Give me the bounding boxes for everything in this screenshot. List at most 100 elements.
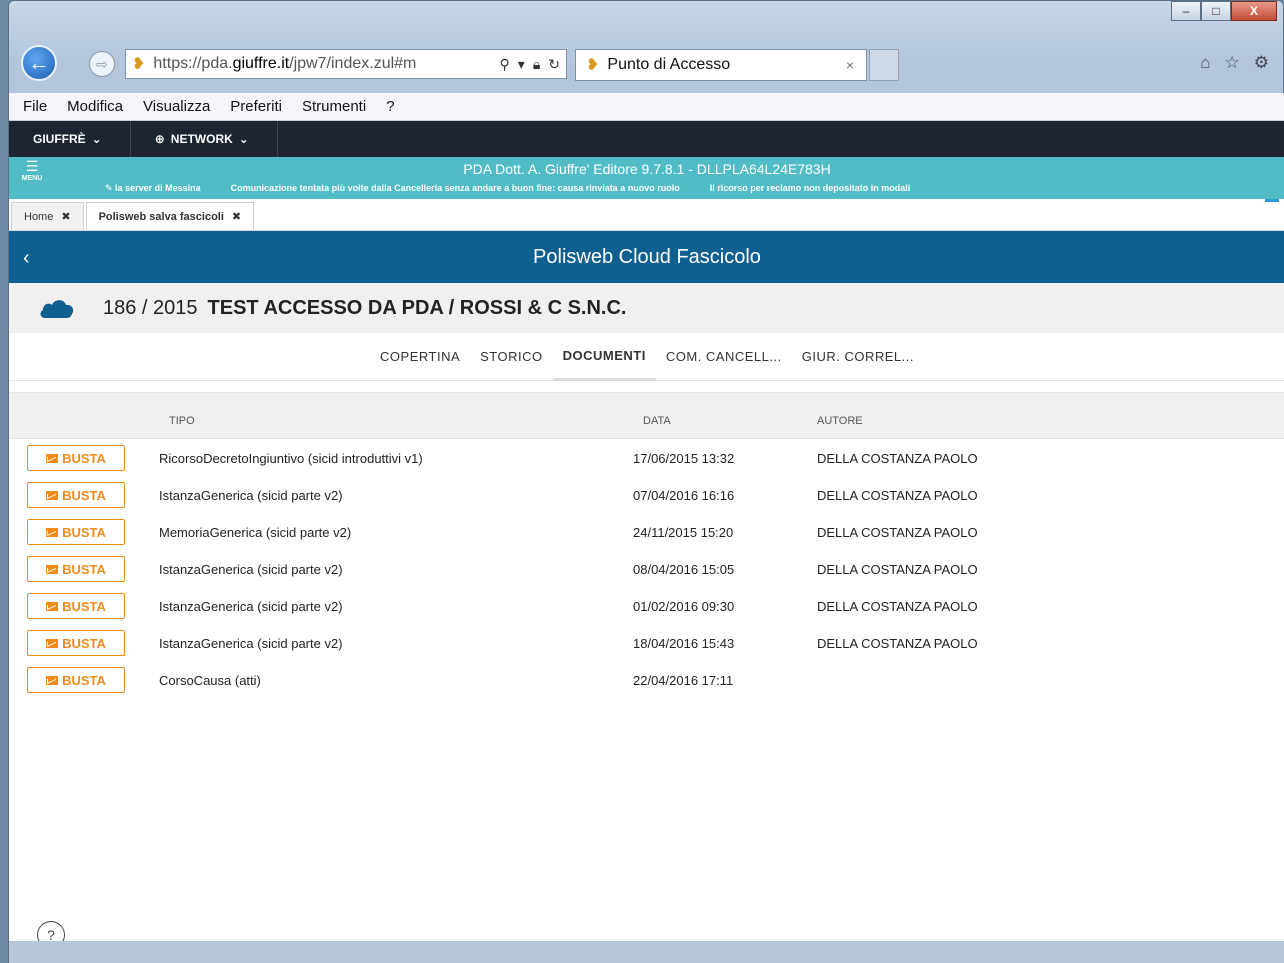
news-ticker: ✎ la server di Messina Comunicazione ten… xyxy=(105,183,910,194)
tab-home[interactable]: Home ✖ xyxy=(11,202,84,230)
tab-copertina[interactable]: COPERTINA xyxy=(370,333,470,381)
collapse-icon[interactable] xyxy=(1265,199,1279,202)
settings-gear-icon[interactable]: ⚙ xyxy=(1254,53,1269,73)
tab-com-cancell[interactable]: COM. CANCELL... xyxy=(656,333,792,381)
dropdown-icon[interactable]: ▾ xyxy=(518,56,525,73)
ticker-item: Il ricorso per reclamo non depositato in… xyxy=(709,183,911,193)
page-header: ‹ Polisweb Cloud Fascicolo xyxy=(9,231,1284,283)
table-row: BUSTA IstanzaGenerica (sicid parte v2) 07/… xyxy=(9,476,1284,513)
menu-visualizza[interactable]: Visualizza xyxy=(143,98,210,115)
tab-documenti[interactable]: DOCUMENTI xyxy=(552,333,656,381)
site-favicon-icon: ❥ xyxy=(132,56,146,73)
ticker-item: ✎ la server di Messina xyxy=(105,183,201,193)
window-bottom-edge xyxy=(9,941,1284,963)
app-banner: ☰ MENU PDA Dott. A. Giuffre' Editore 9.7… xyxy=(9,157,1284,199)
favorites-star-icon[interactable]: ☆ xyxy=(1225,53,1240,73)
cell-tipo: RicorsoDecretoIngiuntivo (sicid introdut… xyxy=(159,451,423,466)
nav-network[interactable]: ⊕ NETWORK ⌄ xyxy=(131,121,278,157)
cell-tipo: IstanzaGenerica (sicid parte v2) xyxy=(159,599,343,614)
column-data: DATA xyxy=(643,415,671,427)
busta-button[interactable]: BUSTA xyxy=(27,445,125,471)
cell-autore: DELLA COSTANZA PAOLO xyxy=(817,636,978,651)
close-icon[interactable]: ✖ xyxy=(232,210,241,223)
search-icon[interactable]: ⚲ xyxy=(500,56,510,73)
cell-tipo: IstanzaGenerica (sicid parte v2) xyxy=(159,636,343,651)
table-row: BUSTA CorsoCausa (atti) 22/04/2016 17:11 xyxy=(9,661,1284,698)
cell-tipo: CorsoCausa (atti) xyxy=(159,673,261,688)
close-tab-icon[interactable]: × xyxy=(846,57,854,73)
back-button[interactable]: ← xyxy=(21,45,57,81)
case-header: 186 / 2015 TEST ACCESSO DA PDA / ROSSI &… xyxy=(9,283,1284,333)
cell-autore: DELLA COSTANZA PAOLO xyxy=(817,562,978,577)
busta-button[interactable]: BUSTA xyxy=(27,667,125,693)
edit-icon: ✎ xyxy=(105,183,116,193)
table-row: BUSTA IstanzaGenerica (sicid parte v2) 01/… xyxy=(9,587,1284,624)
menu-strumenti[interactable]: Strumenti xyxy=(302,98,366,115)
nav-giuffre[interactable]: GIUFFRÈ ⌄ xyxy=(9,121,131,157)
busta-button[interactable]: BUSTA xyxy=(27,482,125,508)
cloud-icon xyxy=(40,300,74,318)
menu-file[interactable]: File xyxy=(23,98,47,115)
cell-data: 22/04/2016 17:11 xyxy=(633,673,734,688)
busta-label: BUSTA xyxy=(62,487,106,503)
browser-tab[interactable]: ❥ Punto di Accesso × xyxy=(575,49,867,81)
busta-button[interactable]: BUSTA xyxy=(27,593,125,619)
address-bar[interactable]: ❥ https://pda. giuffre.it/jpw7/index.zul#… xyxy=(125,49,567,79)
busta-button[interactable]: BUSTA xyxy=(27,519,125,545)
tab-giur-correl[interactable]: GIUR. CORREL... xyxy=(792,333,924,381)
close-window-button[interactable]: X xyxy=(1231,1,1277,21)
forward-button[interactable]: ⇨ xyxy=(89,51,115,77)
refresh-icon[interactable]: ↻ xyxy=(548,56,560,73)
tab-polisweb[interactable]: Polisweb salva fascicoli ✖ xyxy=(85,202,255,230)
envelope-icon xyxy=(46,675,59,685)
url-host: giuffre.it xyxy=(232,55,290,72)
cell-autore: DELLA COSTANZA PAOLO xyxy=(817,599,978,614)
new-tab-button[interactable] xyxy=(869,49,899,81)
envelope-icon xyxy=(46,453,59,463)
busta-button[interactable]: BUSTA xyxy=(27,630,125,656)
browser-tab-title: Punto di Accesso xyxy=(607,56,731,73)
help-button[interactable]: ? xyxy=(37,921,65,941)
busta-label: BUSTA xyxy=(62,450,106,466)
column-tipo: TIPO xyxy=(169,415,195,427)
arrow-right-icon: ⇨ xyxy=(96,55,108,72)
close-icon[interactable]: ✖ xyxy=(61,210,70,223)
ticker-item: Comunicazione tentata più volte dalla Ca… xyxy=(230,183,680,193)
case-name: TEST ACCESSO DA PDA / ROSSI & C S.N.C. xyxy=(207,296,627,319)
menu-help[interactable]: ? xyxy=(386,98,394,115)
tab-favicon-icon: ❥ xyxy=(586,57,600,74)
busta-label: BUSTA xyxy=(62,524,106,540)
envelope-icon xyxy=(46,638,59,648)
menu-preferiti[interactable]: Preferiti xyxy=(230,98,282,115)
tab-home-label: Home xyxy=(24,210,54,223)
table-row: BUSTA IstanzaGenerica (sicid parte v2) 08/… xyxy=(9,550,1284,587)
cell-tipo: IstanzaGenerica (sicid parte v2) xyxy=(159,488,343,503)
document-tabs: COPERTINA STORICO DOCUMENTI COM. CANCELL… xyxy=(9,333,1284,381)
url-prefix: https://pda. xyxy=(153,55,233,72)
envelope-icon xyxy=(46,601,59,611)
menu-modifica[interactable]: Modifica xyxy=(67,98,123,115)
cell-data: 24/11/2015 15:20 xyxy=(633,525,734,540)
table-row: BUSTA MemoriaGenerica (sicid parte v2) 24/… xyxy=(9,513,1284,550)
cell-tipo: MemoriaGenerica (sicid parte v2) xyxy=(159,525,352,540)
table-header: TIPO DATA AUTORE xyxy=(9,393,1284,439)
envelope-icon xyxy=(46,527,59,537)
home-icon[interactable]: ⌂ xyxy=(1200,53,1210,73)
tab-storico[interactable]: STORICO xyxy=(470,333,553,381)
minimize-button[interactable]: – xyxy=(1171,1,1201,21)
maximize-button[interactable]: □ xyxy=(1201,1,1231,21)
menu-bar: File Modifica Visualizza Preferiti Strum… xyxy=(9,93,1284,121)
lock-icon[interactable]: 🔒︎ xyxy=(533,56,540,73)
banner-title: PDA Dott. A. Giuffre' Editore 9.7.8.1 - … xyxy=(463,161,831,177)
chevron-down-icon: ⌄ xyxy=(238,132,249,146)
app-content: GIUFFRÈ ⌄ ⊕ NETWORK ⌄ ☰ MENU PDA Dott. A… xyxy=(9,121,1284,941)
browser-window: – □ X ← ⇨ ❥ https://pda. giuffre.it/jpw7/… xyxy=(8,0,1284,963)
busta-label: BUSTA xyxy=(62,561,106,577)
document-list: BUSTA RicorsoDecretoIngiuntivo (sicid int… xyxy=(9,439,1284,698)
spacer xyxy=(9,381,1284,393)
nav-network-label: NETWORK xyxy=(170,132,233,146)
chevron-down-icon: ⌄ xyxy=(91,132,102,146)
busta-button[interactable]: BUSTA xyxy=(27,556,125,582)
back-chevron-icon[interactable]: ‹ xyxy=(23,247,30,270)
busta-label: BUSTA xyxy=(62,672,106,688)
